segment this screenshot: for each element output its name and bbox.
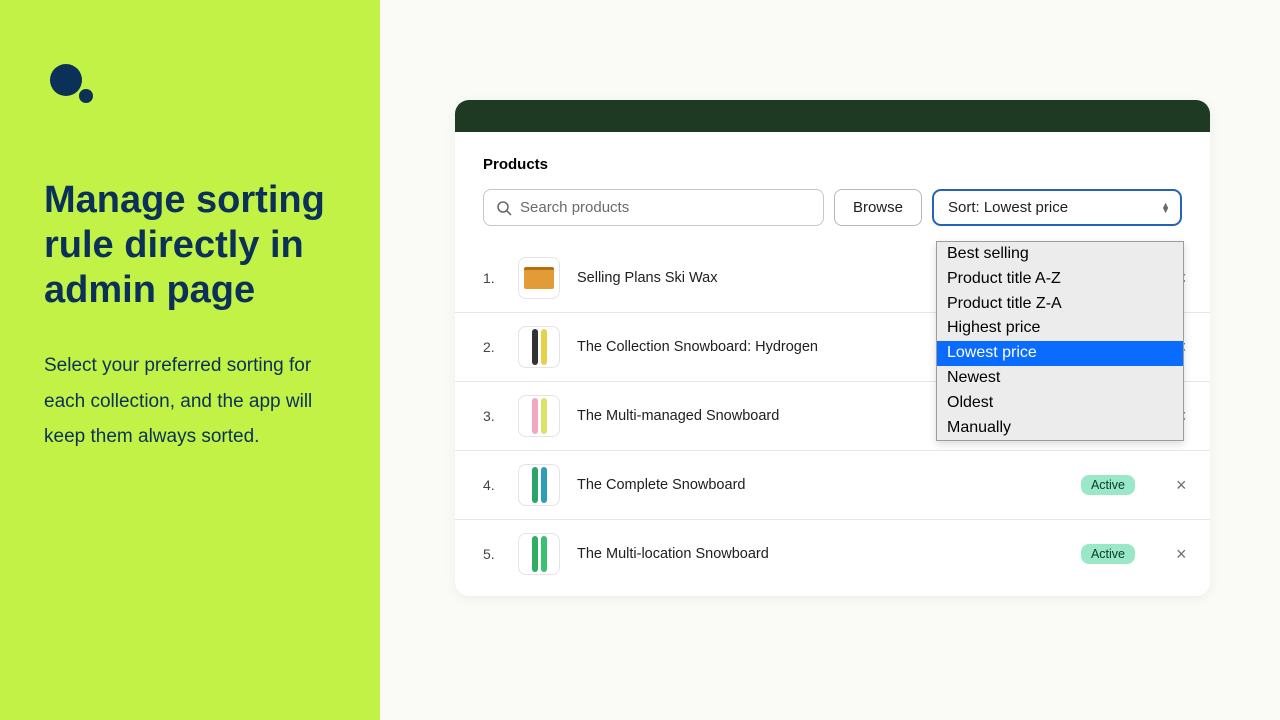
sort-option[interactable]: Lowest price: [937, 341, 1183, 366]
sort-dropdown-menu: Best sellingProduct title A-ZProduct tit…: [936, 241, 1184, 441]
admin-window: Products Search products Browse Sort: Lo…: [455, 100, 1210, 596]
product-thumbnail: [518, 326, 560, 368]
products-card: Products Search products Browse Sort: Lo…: [455, 132, 1210, 596]
search-icon: [496, 200, 512, 216]
row-index: 5.: [483, 546, 501, 562]
status-badge: Active: [1081, 475, 1135, 495]
remove-button[interactable]: ×: [1152, 544, 1182, 565]
product-thumbnail: [518, 464, 560, 506]
headline: Manage sorting rule directly in admin pa…: [44, 178, 336, 312]
sort-dropdown-trigger[interactable]: Sort: Lowest price ▲▼: [932, 189, 1182, 226]
search-input[interactable]: Search products: [483, 189, 824, 226]
row-index: 2.: [483, 339, 501, 355]
table-row: 5. The Multi-location Snowboard Active ×: [455, 519, 1210, 588]
marketing-sidebar: Manage sorting rule directly in admin pa…: [0, 0, 380, 720]
sort-option[interactable]: Oldest: [937, 391, 1183, 416]
product-thumbnail: [518, 257, 560, 299]
product-name: The Multi-location Snowboard: [577, 546, 1064, 562]
sort-option[interactable]: Best selling: [937, 242, 1183, 267]
row-index: 1.: [483, 270, 501, 286]
row-index: 4.: [483, 477, 501, 493]
sort-option[interactable]: Product title A-Z: [937, 267, 1183, 292]
subtext: Select your preferred sorting for each c…: [44, 348, 336, 453]
sort-option[interactable]: Manually: [937, 416, 1183, 441]
window-topbar: [455, 100, 1210, 132]
remove-button[interactable]: ×: [1152, 475, 1182, 496]
product-thumbnail: [518, 395, 560, 437]
sort-option[interactable]: Newest: [937, 366, 1183, 391]
search-placeholder: Search products: [520, 199, 629, 216]
product-name: The Complete Snowboard: [577, 477, 1064, 493]
toolbar: Search products Browse Sort: Lowest pric…: [483, 189, 1182, 226]
status-badge: Active: [1081, 544, 1135, 564]
product-thumbnail: [518, 533, 560, 575]
logo-icon: [44, 60, 100, 108]
sort-caret-icon: ▲▼: [1161, 203, 1170, 213]
browse-button[interactable]: Browse: [834, 189, 922, 226]
row-index: 3.: [483, 408, 501, 424]
sort-option[interactable]: Product title Z-A: [937, 292, 1183, 317]
table-row: 4. The Complete Snowboard Active ×: [455, 450, 1210, 519]
sort-label: Sort: Lowest price: [948, 199, 1068, 216]
sort-option[interactable]: Highest price: [937, 316, 1183, 341]
card-title: Products: [483, 156, 1182, 173]
content-area: Products Search products Browse Sort: Lo…: [380, 0, 1280, 720]
logo: [44, 60, 336, 108]
